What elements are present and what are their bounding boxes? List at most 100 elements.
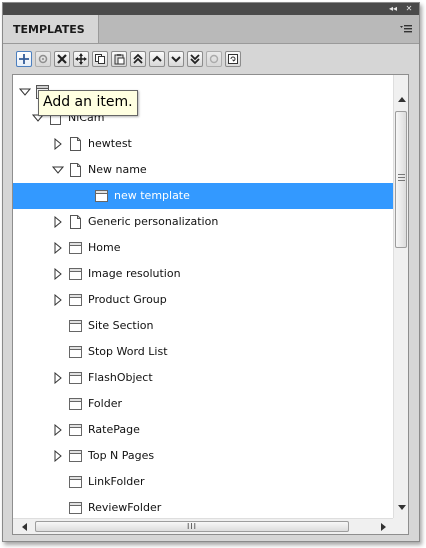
move-up-button[interactable] bbox=[149, 51, 165, 67]
tree-item-icon bbox=[68, 344, 83, 360]
template-icon bbox=[69, 268, 82, 280]
tree-item[interactable]: ReviewFolder bbox=[13, 495, 394, 518]
paste-icon bbox=[114, 54, 125, 65]
expander-collapsed-icon[interactable] bbox=[52, 267, 64, 281]
expander-collapsed-icon[interactable] bbox=[52, 449, 64, 463]
template-icon bbox=[69, 398, 82, 410]
tree-item-label: Stop Word List bbox=[88, 345, 168, 358]
vertical-scroll-thumb[interactable] bbox=[395, 111, 407, 248]
horizontal-scrollbar[interactable]: III bbox=[13, 518, 394, 534]
grip-icon bbox=[398, 174, 405, 182]
tree-expander[interactable] bbox=[52, 137, 64, 151]
vertical-scrollbar[interactable] bbox=[393, 75, 408, 518]
tree-item[interactable]: Folder bbox=[13, 391, 394, 417]
tree-expander[interactable] bbox=[18, 86, 32, 98]
scroll-right-icon[interactable] bbox=[376, 519, 391, 534]
tree-expander[interactable] bbox=[52, 267, 64, 281]
tree-item-label: Home bbox=[88, 241, 121, 254]
tree-item[interactable]: New name bbox=[13, 157, 394, 183]
page-icon bbox=[70, 163, 81, 177]
tree-item-label: Folder bbox=[88, 397, 122, 410]
tree-item-icon bbox=[68, 266, 83, 282]
delete-button[interactable] bbox=[54, 51, 70, 67]
add-child-button[interactable] bbox=[35, 51, 51, 67]
tree-item[interactable]: Stop Word List bbox=[13, 339, 394, 365]
paste-button[interactable] bbox=[111, 51, 127, 67]
refresh-button[interactable] bbox=[225, 51, 241, 67]
tree-expander[interactable] bbox=[51, 164, 65, 176]
tree-item-icon bbox=[68, 474, 83, 490]
tree-expander[interactable] bbox=[52, 449, 64, 463]
scroll-corner bbox=[393, 518, 408, 534]
refresh-icon bbox=[228, 54, 238, 64]
tree-expander[interactable] bbox=[52, 371, 64, 385]
move-icon bbox=[75, 53, 87, 65]
tree-item-label: RatePage bbox=[88, 423, 140, 436]
tab-templates[interactable]: TEMPLATES bbox=[3, 15, 99, 43]
tree-item[interactable]: FlashObject bbox=[13, 365, 394, 391]
panel-titlebar: ◂◂ ✕ bbox=[3, 3, 419, 15]
tab-row: TEMPLATES bbox=[3, 15, 419, 44]
template-icon bbox=[69, 502, 82, 514]
move-top-button[interactable] bbox=[130, 51, 146, 67]
tree-item[interactable]: Image resolution bbox=[13, 261, 394, 287]
page-icon bbox=[70, 215, 81, 229]
tree-item-label: hewtest bbox=[88, 137, 132, 150]
tree-expander[interactable] bbox=[52, 215, 64, 229]
template-icon bbox=[69, 450, 82, 462]
expander-collapsed-icon[interactable] bbox=[52, 423, 64, 437]
close-icon[interactable]: ✕ bbox=[401, 3, 417, 15]
template-icon bbox=[69, 424, 82, 436]
up-icon bbox=[152, 55, 162, 62]
tree-item-icon bbox=[68, 136, 83, 152]
tree-item[interactable]: Generic personalization bbox=[13, 209, 394, 235]
move-down-button[interactable] bbox=[168, 51, 184, 67]
tree-item-icon bbox=[68, 318, 83, 334]
tree-item-label: new template bbox=[114, 189, 190, 202]
scroll-up-icon[interactable] bbox=[394, 91, 408, 106]
tree-item-icon bbox=[68, 214, 83, 230]
expander-expanded-icon[interactable] bbox=[18, 86, 32, 98]
move-bottom-button[interactable] bbox=[187, 51, 203, 67]
tree-item-label: New name bbox=[88, 163, 147, 176]
expander-collapsed-icon[interactable] bbox=[52, 215, 64, 229]
template-icon bbox=[95, 190, 108, 202]
panel-menu-icon[interactable] bbox=[399, 22, 413, 36]
expander-collapsed-icon[interactable] bbox=[52, 371, 64, 385]
add-item-button[interactable] bbox=[16, 51, 32, 67]
tree-expander[interactable] bbox=[52, 423, 64, 437]
tree-expander[interactable] bbox=[52, 293, 64, 307]
tree-item[interactable]: Product Group bbox=[13, 287, 394, 313]
horizontal-scroll-thumb[interactable]: III bbox=[35, 521, 349, 532]
tree-item-icon bbox=[68, 292, 83, 308]
copy-button[interactable] bbox=[92, 51, 108, 67]
disabled-action-button[interactable] bbox=[206, 51, 222, 67]
tree-item[interactable]: Top N Pages bbox=[13, 443, 394, 469]
tree-item-label: FlashObject bbox=[88, 371, 153, 384]
tree-expander[interactable] bbox=[52, 241, 64, 255]
tree-item[interactable]: Home bbox=[13, 235, 394, 261]
scroll-left-icon[interactable] bbox=[16, 519, 31, 534]
delete-icon bbox=[57, 54, 67, 64]
tree-item-label: Generic personalization bbox=[88, 215, 219, 228]
tree-item[interactable]: new template bbox=[13, 183, 394, 209]
expander-expanded-icon[interactable] bbox=[51, 164, 65, 176]
scroll-down-icon[interactable] bbox=[394, 500, 408, 515]
page-icon bbox=[70, 137, 81, 151]
down-icon bbox=[171, 56, 181, 63]
tree-item[interactable]: RatePage bbox=[13, 417, 394, 443]
expander-collapsed-icon[interactable] bbox=[52, 241, 64, 255]
expander-collapsed-icon[interactable] bbox=[52, 293, 64, 307]
template-tree-frame: NiCam hewtest New name new template Generic … bbox=[12, 74, 409, 535]
gear-icon bbox=[38, 54, 48, 64]
tree-item-icon bbox=[68, 500, 83, 516]
move-button[interactable] bbox=[73, 51, 89, 67]
tree-item[interactable]: hewtest bbox=[13, 131, 394, 157]
collapse-icon[interactable]: ◂◂ bbox=[385, 3, 401, 15]
template-icon bbox=[69, 372, 82, 384]
tree-item[interactable]: LinkFolder bbox=[13, 469, 394, 495]
double-down-icon bbox=[190, 54, 200, 65]
tree-item-icon bbox=[68, 240, 83, 256]
expander-collapsed-icon[interactable] bbox=[52, 137, 64, 151]
tree-item[interactable]: Site Section bbox=[13, 313, 394, 339]
